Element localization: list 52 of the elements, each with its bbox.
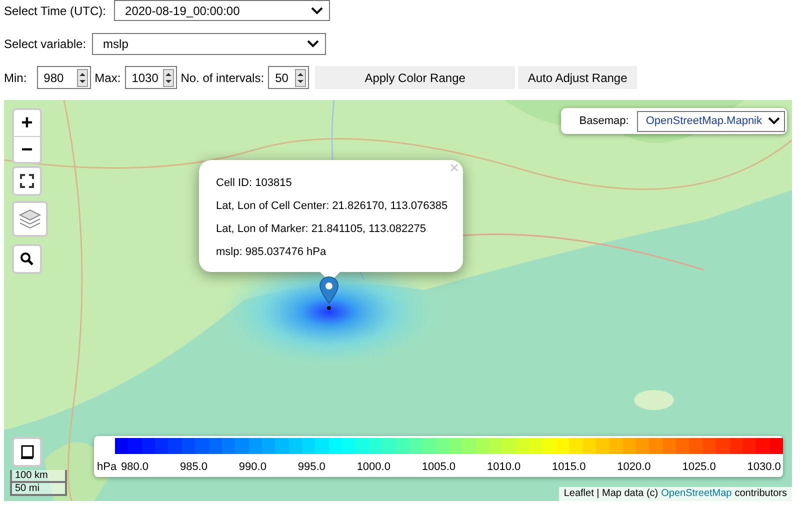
square-icon	[20, 445, 34, 459]
range-label: No. of intervals:	[180, 70, 264, 86]
tick-label: 990.0	[238, 460, 266, 475]
popup-text: Lat, Lon of Marker: 21.841105, 113.082275	[216, 223, 427, 236]
zoom-in-button[interactable]: +	[14, 110, 40, 136]
tick-label: 1005.0	[422, 460, 456, 475]
number-field[interactable]: 980	[36, 66, 91, 89]
tick-label: 1010.0	[486, 460, 521, 475]
fullscreen-button[interactable]	[12, 166, 42, 196]
attribution-text: Leaflet | Map data (c)	[564, 487, 658, 501]
number-field[interactable]: 1030	[124, 66, 177, 89]
tick-label: 985.0	[180, 460, 208, 475]
range-label: Min:	[4, 70, 27, 86]
layers-icon	[18, 208, 42, 230]
marker-icon	[319, 276, 339, 311]
tick-label: 1030.0	[747, 460, 781, 475]
tick-label: 1025.0	[682, 460, 716, 475]
tick-label: 995.0	[298, 460, 326, 475]
tick-label: 980.0	[121, 460, 149, 475]
number-field[interactable]: 50	[268, 66, 310, 89]
chevron-icon	[311, 6, 324, 14]
apply-range-button[interactable]: Apply Color Range	[315, 66, 516, 89]
tick-label: 1000.0	[356, 460, 390, 475]
tick-label: 1020.0	[617, 460, 651, 475]
tick-label: 1015.0	[552, 460, 586, 475]
spinner-icon	[162, 68, 174, 86]
fullscreen-icon	[20, 174, 34, 188]
chevron-icon	[307, 40, 320, 48]
popup-text: Cell ID: 103815	[216, 177, 293, 190]
layers-button[interactable]	[12, 201, 48, 237]
chevron-icon	[768, 117, 780, 125]
range-label: Max:	[94, 70, 121, 86]
unit-label: hPa	[97, 460, 117, 475]
draw-button[interactable]	[12, 437, 42, 467]
search-button[interactable]	[12, 244, 42, 274]
attribution-text: contributors	[734, 487, 787, 501]
spinner-icon	[295, 68, 306, 86]
scale-bar: 50 mi	[10, 483, 67, 496]
osm-link[interactable]: OpenStreetMap	[661, 487, 732, 501]
popup-text: Lat, Lon of Cell Center: 21.826170, 113.076385	[216, 200, 449, 213]
variable-label: Select variable:	[4, 36, 86, 53]
basemap-label: Basemap:	[579, 114, 629, 129]
basemap-select[interactable]: OpenStreetMap.Mapnik	[636, 110, 785, 132]
time-label: Select Time (UTC):	[4, 2, 106, 20]
spinner-icon	[76, 68, 88, 86]
auto-adjust-button[interactable]: Auto Adjust Range	[518, 66, 638, 89]
zoom-out-button[interactable]: −	[14, 136, 40, 162]
search-icon	[20, 252, 34, 266]
popup-text: mslp: 985.037476 hPa	[216, 246, 328, 259]
time-select[interactable]: 2020-08-19_00:00:00	[114, 0, 330, 21]
variable-select[interactable]: mslp	[92, 33, 326, 55]
scale-bar: 100 km	[10, 470, 67, 483]
